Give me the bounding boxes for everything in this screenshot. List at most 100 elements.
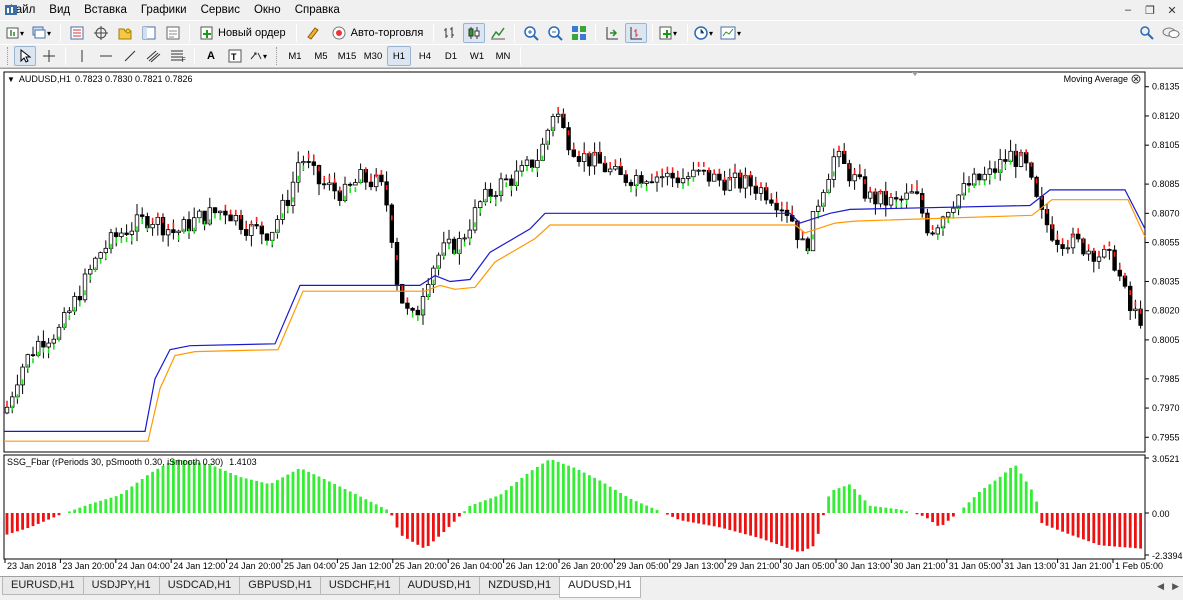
close-indicator-icon[interactable] [1131, 74, 1141, 84]
toolbar-grip[interactable] [276, 47, 279, 65]
candle-body [353, 182, 358, 186]
menu-tools[interactable]: Сервис [194, 0, 247, 20]
candlestick-chart-button[interactable] [463, 22, 486, 43]
market-watch-button[interactable] [66, 23, 88, 43]
timeframe-m30[interactable]: M30 [361, 46, 385, 66]
signal-mark [599, 149, 601, 155]
chart-window[interactable]: 0.8135 0.8120 0.8105 0.8085 0.8070 0.8055 0.80… [0, 68, 1183, 576]
minimize-icon[interactable]: ‒ [1117, 0, 1139, 20]
autoscroll-button[interactable] [601, 23, 623, 43]
chat-icon [1162, 27, 1180, 38]
candle-body [857, 174, 862, 178]
timeframe-h4[interactable]: H4 [413, 46, 437, 66]
histogram-bar [213, 466, 217, 513]
data-window-button[interactable] [90, 23, 112, 43]
new-order-button[interactable]: Новый ордер [195, 23, 291, 43]
histogram-bar [31, 513, 35, 527]
equidistant-channel-button[interactable] [143, 46, 165, 66]
histogram-bar [1035, 501, 1038, 513]
tab-audusd-active[interactable]: AUDUSD,H1 [559, 577, 641, 598]
signal-mark [1025, 149, 1027, 155]
autotrading-button[interactable]: Авто-торговля [326, 23, 429, 43]
signal-mark [567, 130, 570, 136]
tab-scroll-left-icon[interactable]: ◀ [1157, 581, 1164, 592]
bar-chart-button[interactable] [439, 23, 461, 43]
timeframe-h1[interactable]: H1 [387, 46, 411, 66]
zoom-out-button[interactable] [544, 23, 566, 43]
timeframe-m5[interactable]: M5 [309, 46, 333, 66]
restore-icon[interactable]: ❐ [1139, 0, 1161, 20]
trendline-button[interactable] [119, 46, 141, 66]
chat-button[interactable] [1160, 23, 1182, 43]
tab-usdchf[interactable]: USDCHF,H1 [319, 577, 400, 595]
signal-mark [723, 176, 726, 182]
line-chart-button[interactable] [487, 23, 509, 43]
signal-mark [1119, 264, 1121, 270]
menu-insert[interactable]: Вставка [77, 0, 134, 20]
candle-body [696, 169, 701, 172]
signal-mark [760, 182, 762, 188]
app-icon[interactable] [4, 3, 18, 17]
candle-body [717, 173, 722, 181]
crosshair-button[interactable] [38, 46, 60, 66]
histogram-bar [265, 483, 269, 513]
tile-windows-button[interactable] [568, 23, 590, 43]
menu-help[interactable]: Справка [288, 0, 347, 20]
vertical-line-button[interactable] [71, 46, 93, 66]
timeframe-m1[interactable]: M1 [283, 46, 307, 66]
indicators-button[interactable]: ▾ [658, 23, 682, 43]
signal-mark [739, 172, 741, 178]
search-button[interactable] [1136, 23, 1158, 43]
line-chart-icon [491, 27, 506, 39]
histogram-bar [900, 509, 903, 513]
arrows-button[interactable]: ▾ [248, 46, 272, 66]
text-button[interactable]: A [200, 46, 222, 66]
close-icon[interactable]: ✕ [1161, 0, 1183, 20]
templates-button[interactable]: ▾ [719, 23, 745, 43]
signal-mark [281, 213, 284, 219]
menu-charts[interactable]: Графики [134, 0, 194, 20]
fibonacci-button[interactable]: F [167, 46, 189, 66]
tester-button[interactable] [162, 23, 184, 43]
histogram-bar [1050, 513, 1054, 528]
toolbar-grip[interactable] [7, 47, 10, 65]
menu-view[interactable]: Вид [42, 0, 77, 20]
timeframe-d1[interactable]: D1 [439, 46, 463, 66]
timeframe-m15[interactable]: M15 [335, 46, 359, 66]
candle-body [519, 165, 524, 172]
timeframe-w1[interactable]: W1 [465, 46, 489, 66]
tab-gbpusd[interactable]: GBPUSD,H1 [239, 577, 321, 595]
periods-button[interactable]: ▾ [693, 23, 717, 43]
price-axis: 0.8135 0.8120 0.8105 0.8085 0.8070 0.8055 0.80… [1145, 82, 1180, 442]
menu-window[interactable]: Окно [247, 0, 288, 20]
tester-icon [166, 26, 180, 39]
cursor-button[interactable] [14, 46, 36, 66]
terminal-button[interactable] [138, 23, 160, 43]
signal-mark [1015, 150, 1017, 156]
collapse-arrow-icon[interactable]: ▼ [7, 75, 15, 84]
tab-nzdusd[interactable]: NZDUSD,H1 [479, 577, 561, 595]
horizontal-line-button[interactable] [95, 46, 117, 66]
timeframe-mn[interactable]: MN [491, 46, 515, 66]
tab-usdjpy[interactable]: USDJPY,H1 [82, 577, 160, 595]
navigator-button[interactable] [114, 23, 136, 43]
profiles-button[interactable]: ▾ [31, 23, 55, 43]
signal-mark [131, 236, 133, 242]
zoom-in-button[interactable] [520, 23, 542, 43]
histogram-bar [473, 503, 477, 513]
text-label-button[interactable]: T [224, 46, 246, 66]
metaeditor-button[interactable] [302, 23, 324, 43]
chart-title: ▼ AUDUSD,H1 0.7823 0.7830 0.7821 0.7826 [7, 74, 193, 84]
chart-shift-button[interactable] [625, 22, 648, 43]
new-chart-button[interactable]: ▾ [5, 23, 29, 43]
signal-mark [1103, 244, 1105, 250]
tab-eurusd[interactable]: EURUSD,H1 [2, 577, 84, 595]
tab-scroll-right-icon[interactable]: ▶ [1172, 581, 1179, 592]
candle-body [951, 207, 956, 213]
price-chart[interactable]: 0.8135 0.8120 0.8105 0.8085 0.8070 0.8055 0.80… [0, 69, 1183, 577]
histogram-bar [650, 507, 654, 513]
tab-usdcad[interactable]: USDCAD,H1 [158, 577, 241, 595]
tab-audusd[interactable]: AUDUSD,H1 [398, 577, 481, 595]
price-label: 0.8135 [1152, 82, 1180, 92]
signal-mark [401, 285, 403, 291]
